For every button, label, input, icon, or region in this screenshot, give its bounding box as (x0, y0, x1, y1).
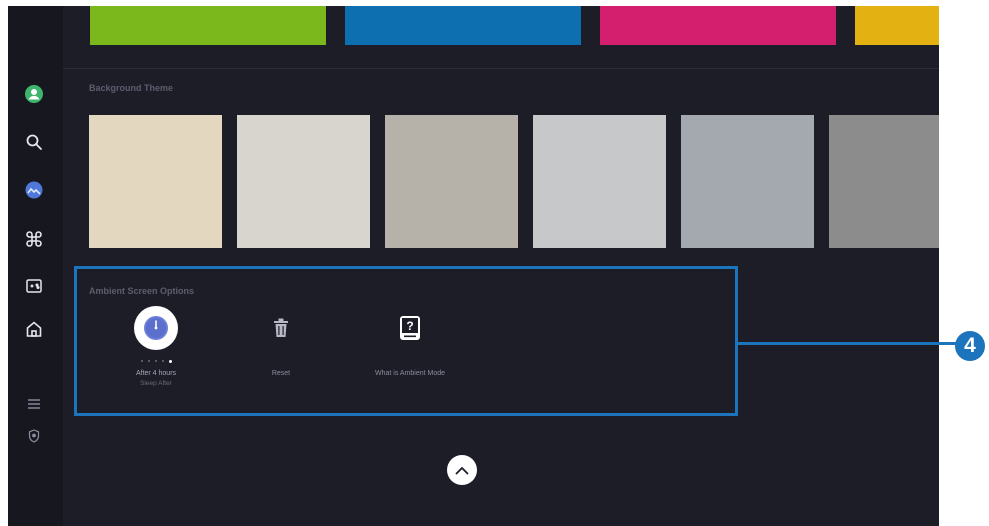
background-tile[interactable] (89, 115, 222, 248)
ambient-icon[interactable] (24, 180, 44, 200)
color-tile[interactable] (90, 6, 326, 45)
background-tile[interactable] (237, 115, 370, 248)
section-divider (63, 68, 939, 69)
search-icon[interactable] (24, 132, 44, 152)
color-tile[interactable] (855, 6, 939, 45)
callout-badge: 4 (955, 331, 985, 361)
chevron-up-icon (455, 466, 469, 474)
background-tile[interactable] (533, 115, 666, 248)
background-tile[interactable] (681, 115, 814, 248)
home-icon[interactable] (24, 319, 44, 339)
sidebar (8, 6, 63, 526)
callout-line (738, 342, 959, 345)
background-tile[interactable] (829, 115, 939, 248)
callout-highlight-box (74, 266, 738, 416)
game-icon[interactable] (24, 276, 44, 296)
background-tile[interactable] (385, 115, 518, 248)
menu-icon[interactable] (24, 394, 44, 414)
scroll-up-button[interactable] (447, 455, 477, 485)
privacy-icon[interactable] (24, 426, 44, 446)
profile-icon[interactable] (24, 84, 44, 104)
color-tile[interactable] (600, 6, 836, 45)
color-tile[interactable] (345, 6, 581, 45)
background-theme-title: Background Theme (89, 83, 174, 93)
apps-icon[interactable] (24, 229, 44, 249)
